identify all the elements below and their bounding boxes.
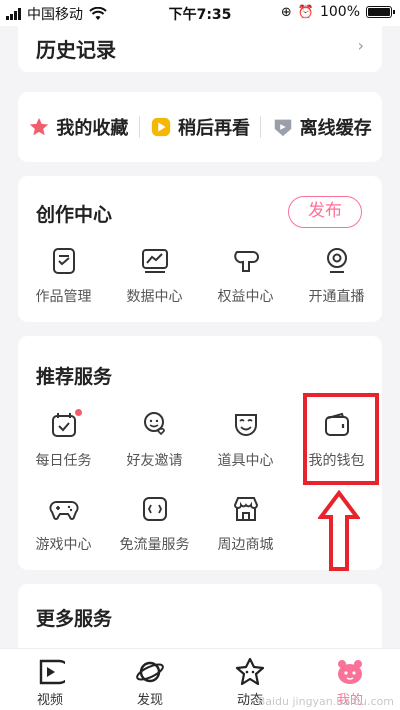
nav-video-label: 视频 (36, 693, 63, 708)
status-right: ⊕ ⏰ 100% (280, 4, 395, 20)
quick-actions-card: 我的收藏 稍后再看 离线缓存 (18, 92, 382, 162)
daily-task-label: 每日任务 (35, 453, 92, 469)
watch-later-label: 稍后再看 (178, 118, 250, 139)
free-data-label: 免流量服务 (119, 537, 190, 553)
watch-later-button[interactable]: 稍后再看 (140, 114, 261, 140)
chevron-right-icon: › (357, 36, 364, 55)
publish-button[interactable]: 发布 (288, 196, 362, 228)
merch-shop-label: 周边商城 (217, 537, 274, 553)
battery-icon (366, 6, 395, 18)
battery-percent: 100% (319, 4, 360, 20)
works-manage-label: 作品管理 (35, 289, 92, 305)
star-icon (30, 117, 49, 136)
start-live-label: 开通直播 (308, 289, 365, 305)
mask-icon (231, 410, 261, 440)
nav-discover-label: 发现 (136, 693, 163, 708)
data-center-item[interactable]: 数据中心 (109, 242, 200, 332)
more-services-title: 更多服务 (36, 608, 113, 630)
friend-invite-item[interactable]: 好友邀请 (109, 406, 200, 490)
data-center-label: 数据中心 (126, 289, 183, 305)
profile-mascot-icon (338, 660, 362, 684)
more-services-card: 更多服务 (18, 584, 382, 654)
daily-task-item[interactable]: 每日任务 (18, 406, 109, 490)
history-card[interactable]: 历史记录 › (18, 22, 382, 72)
up-arrow-annotation (318, 490, 360, 571)
alarm-icon: ⏰ (297, 4, 314, 20)
planet-icon (136, 661, 164, 683)
creation-grid: 作品管理 数据中心 权益中心 开通直播 (18, 242, 382, 332)
props-center-label: 道具中心 (217, 453, 274, 469)
download-icon (274, 119, 291, 137)
benefits-center-item[interactable]: 权益中心 (200, 242, 291, 332)
history-title: 历史记录 (36, 38, 116, 62)
favorites-button[interactable]: 我的收藏 (18, 114, 139, 140)
benefits-center-label: 权益中心 (217, 289, 274, 305)
merch-shop-item[interactable]: 周边商城 (200, 490, 291, 574)
props-center-item[interactable]: 道具中心 (200, 406, 291, 490)
game-center-item[interactable]: 游戏中心 (18, 490, 109, 574)
watch-later-icon (151, 117, 171, 137)
works-icon (49, 246, 79, 276)
game-center-label: 游戏中心 (35, 537, 92, 553)
offline-cache-label: 离线缓存 (299, 118, 372, 139)
favorites-label: 我的收藏 (56, 118, 129, 139)
notification-dot (74, 409, 82, 416)
data-chart-icon (140, 246, 170, 276)
nav-discover[interactable]: 发现 (100, 649, 200, 710)
watermark: Baidu jingyan.baidu.com (257, 695, 394, 708)
free-data-item[interactable]: 免流量服务 (109, 490, 200, 574)
works-manage-item[interactable]: 作品管理 (18, 242, 109, 332)
star-face-icon (235, 657, 265, 686)
recommended-title: 推荐服务 (36, 366, 113, 388)
calendar-task-icon (49, 409, 82, 440)
gamepad-icon (49, 494, 79, 524)
free-data-icon (140, 494, 170, 524)
friend-invite-icon (140, 410, 170, 440)
video-icon (39, 659, 65, 685)
shop-icon (231, 494, 261, 524)
orientation-lock-icon: ⊕ (280, 4, 292, 20)
nav-video[interactable]: 视频 (0, 649, 100, 710)
start-live-item[interactable]: 开通直播 (291, 242, 382, 332)
friend-invite-label: 好友邀请 (126, 453, 183, 469)
live-camera-icon (322, 246, 352, 276)
offline-cache-button[interactable]: 离线缓存 (261, 114, 382, 140)
creation-center-card: 创作中心 发布 作品管理 数据中心 权益中心 开通直播 (18, 176, 382, 322)
benefits-icon (231, 246, 261, 276)
creation-center-title: 创作中心 (36, 204, 113, 226)
wallet-highlight-box (303, 393, 379, 485)
